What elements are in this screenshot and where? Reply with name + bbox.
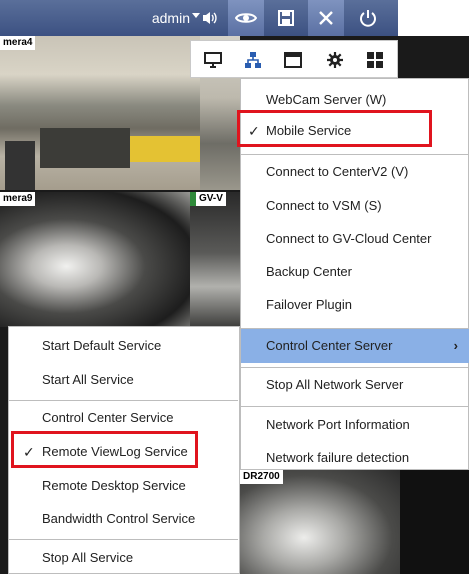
menu-item-label: Failover Plugin [266,297,352,312]
camera-feed-gv[interactable]: GV-V [190,192,240,327]
eye-icon [235,13,257,23]
menu-divider [9,400,238,401]
tools-button[interactable] [308,0,344,36]
network-button[interactable] [243,50,263,70]
save-icon [278,10,294,26]
menu-item-label: Start Default Service [42,338,162,353]
feed-chair [5,141,35,190]
menu-divider [241,406,469,407]
menu-divider [9,539,238,540]
menu-item-label: WebCam Server (W) [266,92,387,107]
camera-feed-9[interactable]: mera9 [0,192,190,327]
volume-icon [203,12,217,24]
camera-feed-dr2700[interactable]: DR2700 [240,470,400,574]
menu-item-control-center-service[interactable]: Control Center Service [9,403,239,433]
toolbar-spacer [398,0,469,36]
menu-item-label: Connect to GV-Cloud Center [266,231,432,246]
menu-item-label: Backup Center [266,264,352,279]
menu-item-start-all-service[interactable]: Start All Service [9,365,239,395]
user-name[interactable]: admin [110,0,190,36]
menu-item-stop-all-service[interactable]: Stop All Service [9,543,239,573]
menu-item-label: Control Center Service [42,410,174,425]
camera-label: mera4 [0,36,36,50]
gear-icon [327,52,343,68]
grid-button[interactable] [365,50,385,70]
menu-item-label: Connect to CenterV2 (V) [266,164,409,179]
volume-button[interactable] [192,0,228,36]
view-button[interactable] [228,0,264,36]
network-iconbar [190,40,398,78]
camera-label: GV-V [196,192,226,206]
monitor-button[interactable] [203,50,223,70]
menu-item-bandwidth-control-service[interactable]: Bandwidth Control Service [9,504,239,534]
menu-item-backup-center[interactable]: Backup Center [241,257,469,287]
camera-label: mera9 [0,192,36,206]
highlight-box-mobile-service [237,110,432,147]
menu-divider [241,367,469,368]
menu-item-label: Stop All Network Server [266,377,404,392]
camera-status-indicator [190,192,196,206]
menu-item-control-center-server[interactable]: Control Center Server › [241,329,469,363]
highlight-box-remote-viewlog [11,431,198,468]
menu-item-label: Network failure detection [266,450,410,465]
window-icon [284,52,302,68]
menu-item-network-failure-detection[interactable]: Network failure detection [241,443,469,473]
network-icon [245,52,261,68]
menu-item-stop-all-network[interactable]: Stop All Network Server [241,370,469,400]
menu-item-connect-gv-cloud[interactable]: Connect to GV-Cloud Center [241,224,469,254]
window-button[interactable] [283,50,303,70]
menu-item-connect-centerv2[interactable]: Connect to CenterV2 (V) [241,157,469,187]
feed-crate [130,136,200,162]
menu-item-label: Remote Desktop Service [42,478,186,493]
save-button[interactable] [268,0,304,36]
menu-item-label: Control Center Server [266,338,393,353]
menu-item-label: Stop All Service [42,550,134,565]
monitor-icon [204,52,222,68]
power-icon [360,10,376,27]
menu-item-label: Start All Service [42,372,134,387]
menu-item-remote-desktop-service[interactable]: Remote Desktop Service [9,471,239,501]
camera-feed-4[interactable]: mera4 [0,36,200,190]
camera-feed-blank[interactable] [400,470,469,574]
top-toolbar: admin [0,0,398,36]
grid-icon [367,52,383,68]
tools-icon [319,11,333,25]
menu-item-label: Network Port Information [266,417,410,432]
settings-button[interactable] [325,50,345,70]
menu-item-failover-plugin[interactable]: Failover Plugin [241,290,469,320]
menu-item-network-port-info[interactable]: Network Port Information [241,410,469,440]
menu-divider [241,154,469,155]
power-button[interactable] [350,0,386,36]
menu-item-label: Connect to VSM (S) [266,198,382,213]
menu-item-connect-vsm[interactable]: Connect to VSM (S) [241,191,469,221]
feed-desk [40,128,130,168]
chevron-right-icon: › [453,338,458,353]
menu-item-label: Bandwidth Control Service [42,511,196,526]
menu-item-start-default-service[interactable]: Start Default Service [9,331,239,361]
